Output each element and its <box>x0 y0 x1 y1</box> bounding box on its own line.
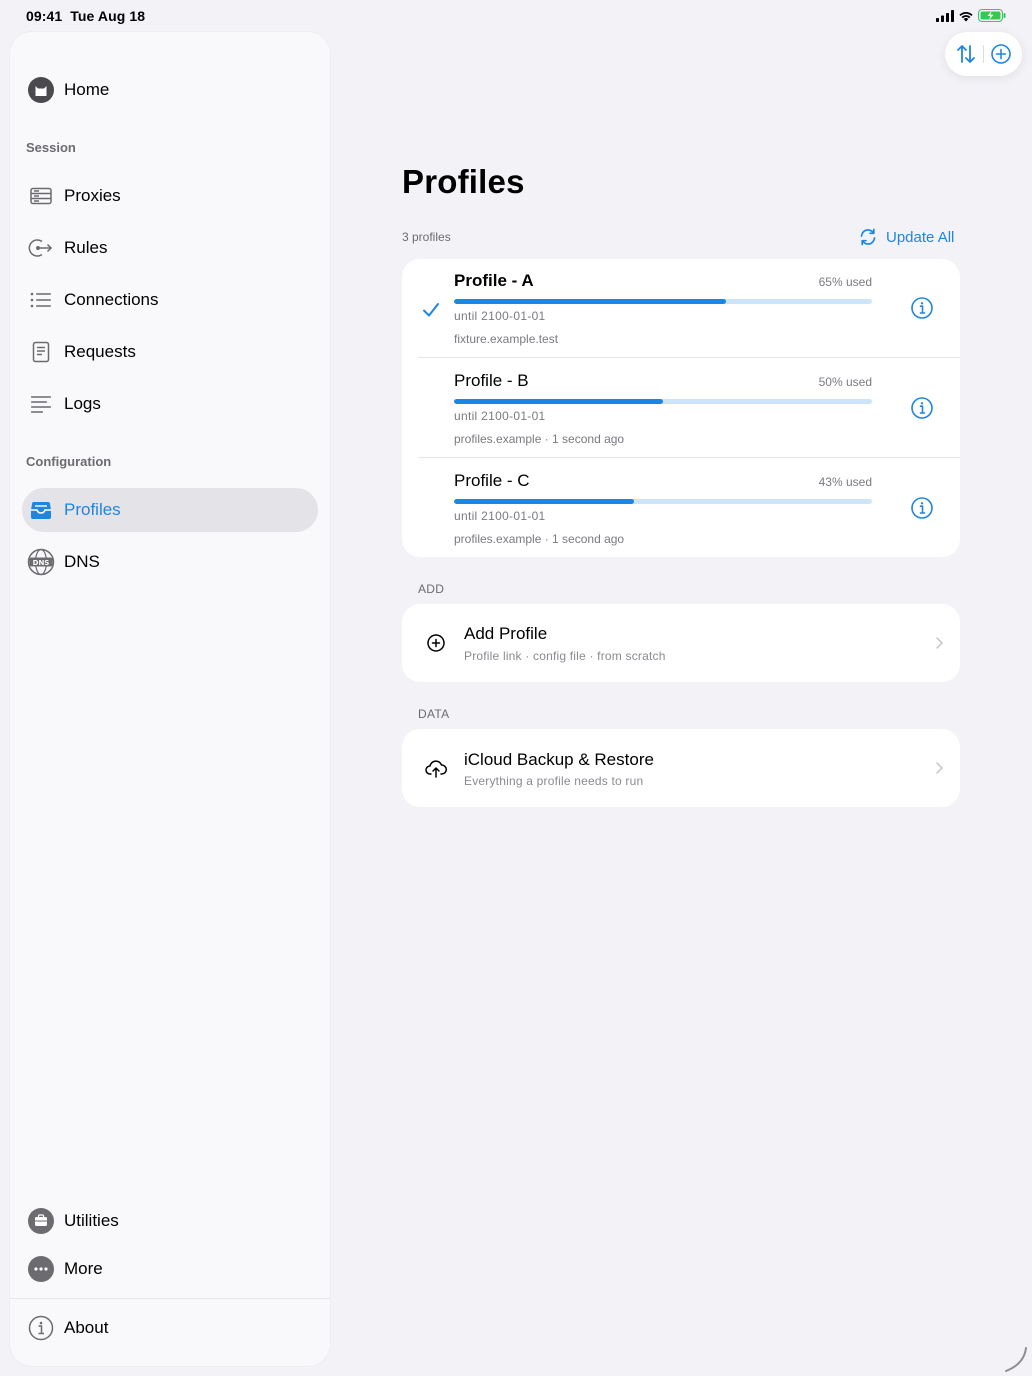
sort-arrows-icon <box>957 45 975 63</box>
profile-row-a[interactable]: Profile - A 65% used until 2100-01-01 fi… <box>402 259 960 359</box>
add-button[interactable] <box>988 41 1014 67</box>
profile-name: Profile - B <box>454 371 529 390</box>
profile-name: Profile - A <box>454 271 534 290</box>
sidebar-item-label: Proxies <box>64 186 121 205</box>
sidebar-item-about[interactable]: About <box>22 1306 318 1350</box>
profile-source: profiles.example · 1 second ago <box>454 532 625 546</box>
ellipsis-circle-icon <box>27 1255 55 1283</box>
usage-bar <box>454 399 872 404</box>
svg-text:DNS: DNS <box>33 559 50 567</box>
icloud-backup-row[interactable]: iCloud Backup & Restore Everything a pro… <box>402 729 960 807</box>
status-indicators <box>936 9 1006 22</box>
server-stack-icon <box>27 182 55 210</box>
profile-source: fixture.example.test <box>454 332 559 346</box>
info-icon[interactable] <box>910 496 934 520</box>
profile-usage: 43% used <box>818 475 872 489</box>
add-profile-row[interactable]: Add Profile Profile link · config file ·… <box>402 604 960 682</box>
sidebar-item-rules[interactable]: Rules <box>22 226 318 270</box>
profile-name: Profile - C <box>454 471 530 490</box>
cat-avatar-icon <box>27 76 55 104</box>
info-icon[interactable] <box>910 296 934 320</box>
info-circle-icon <box>27 1314 55 1342</box>
toolbar-separator <box>983 45 984 63</box>
profile-row-b[interactable]: Profile - B 50% used until 2100-01-01 pr… <box>402 359 960 459</box>
icloud-subtitle: Everything a profile needs to run <box>464 774 644 788</box>
sidebar: Home Session Proxies Rules Connections R… <box>10 32 330 1366</box>
usage-bar-fill <box>454 499 634 504</box>
sidebar-item-label: Rules <box>64 238 108 257</box>
cloud-upload-icon <box>425 760 447 778</box>
signal-icon <box>936 9 954 22</box>
section-session: Session <box>26 140 76 155</box>
info-icon[interactable] <box>910 396 934 420</box>
toolbar <box>945 32 1022 76</box>
section-add: ADD <box>418 582 445 596</box>
profile-source: profiles.example · 1 second ago <box>454 432 625 446</box>
profile-expiry: until 2100-01-01 <box>454 409 546 423</box>
section-data: DATA <box>418 707 450 721</box>
add-profile-title: Add Profile <box>464 624 548 643</box>
profile-usage: 50% used <box>818 375 872 389</box>
plus-circle-icon <box>427 634 445 652</box>
usage-bar-fill <box>454 399 663 404</box>
sidebar-item-label: Utilities <box>64 1211 119 1230</box>
row-separator <box>418 457 960 458</box>
rules-arrow-icon <box>27 234 55 262</box>
resize-handle-icon[interactable] <box>1000 1346 1030 1374</box>
sidebar-item-connections[interactable]: Connections <box>22 278 318 322</box>
text-lines-icon <box>27 390 55 418</box>
add-profile-subtitle: Profile link · config file · from scratc… <box>464 649 666 663</box>
profiles-card: Profile - A 65% used until 2100-01-01 fi… <box>402 259 960 557</box>
sidebar-divider <box>10 1298 330 1299</box>
sidebar-item-label: Logs <box>64 394 101 413</box>
wifi-icon <box>959 11 973 21</box>
update-all-button[interactable]: Update All <box>858 226 954 248</box>
date: Tue Aug 18 <box>70 8 146 24</box>
sidebar-item-utilities[interactable]: Utilities <box>22 1199 318 1243</box>
status-time: 09:41 Tue Aug 18 <box>26 8 145 24</box>
section-configuration: Configuration <box>26 454 112 469</box>
profile-count: 3 profiles <box>402 230 451 244</box>
plus-circle-icon <box>991 44 1011 64</box>
sidebar-item-label: DNS <box>64 552 100 571</box>
page-title: Profiles <box>402 163 525 200</box>
sidebar-item-label: Profiles <box>64 500 121 519</box>
clock: 09:41 <box>26 8 63 24</box>
status-bar: 09:41 Tue Aug 18 <box>0 0 1032 32</box>
update-all-label: Update All <box>886 228 955 246</box>
refresh-icon <box>860 228 876 246</box>
profile-expiry: until 2100-01-01 <box>454 309 546 323</box>
sidebar-item-label: More <box>64 1259 103 1278</box>
usage-bar <box>454 299 872 304</box>
usage-bar-fill <box>454 299 726 304</box>
chevron-right-icon <box>936 637 944 649</box>
sidebar-item-label: Home <box>64 80 110 99</box>
usage-bar <box>454 499 872 504</box>
dns-globe-icon: DNS <box>27 548 55 576</box>
icloud-title: iCloud Backup & Restore <box>464 750 654 769</box>
battery-icon <box>978 9 1006 22</box>
sidebar-item-proxies[interactable]: Proxies <box>22 174 318 218</box>
doc-icon <box>27 338 55 366</box>
checkmark-icon <box>423 303 439 317</box>
chevron-right-icon <box>936 762 944 774</box>
sidebar-item-logs[interactable]: Logs <box>22 382 318 426</box>
tray-icon <box>27 496 55 524</box>
sort-button[interactable] <box>953 41 979 67</box>
sidebar-item-label: About <box>64 1318 109 1337</box>
sidebar-item-home[interactable]: Home <box>22 68 318 112</box>
sidebar-item-label: Connections <box>64 290 159 309</box>
row-separator <box>418 357 960 358</box>
list-icon <box>27 286 55 314</box>
sidebar-item-more[interactable]: More <box>22 1247 318 1291</box>
profile-row-c[interactable]: Profile - C 43% used until 2100-01-01 pr… <box>402 459 960 557</box>
sidebar-item-dns[interactable]: DNS DNS <box>22 540 318 584</box>
sidebar-item-requests[interactable]: Requests <box>22 330 318 374</box>
profile-expiry: until 2100-01-01 <box>454 509 546 523</box>
sidebar-item-profiles[interactable]: Profiles <box>22 488 318 532</box>
sidebar-item-label: Requests <box>64 342 136 361</box>
toolbox-icon <box>27 1207 55 1235</box>
profile-usage: 65% used <box>818 275 872 289</box>
